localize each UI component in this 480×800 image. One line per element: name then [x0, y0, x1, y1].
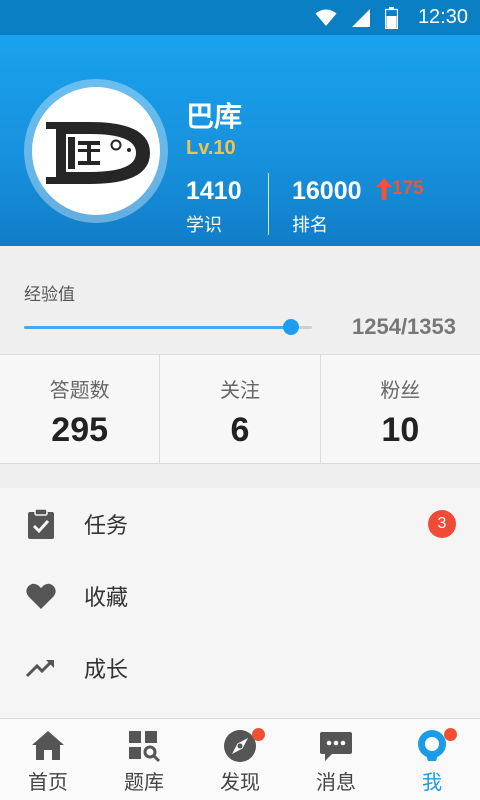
avatar[interactable] — [32, 87, 160, 215]
home-icon — [32, 731, 64, 760]
status-bar: 12:30 — [0, 0, 480, 35]
rank-change-value: 175 — [392, 178, 424, 199]
nav-item-messages[interactable]: 消息 — [288, 719, 384, 800]
chat-bubble-icon — [320, 732, 352, 761]
nav-item-discover-label: 发现 — [220, 770, 260, 794]
arrow-up-icon — [376, 178, 392, 200]
menu-item-growth[interactable]: 成长 — [0, 632, 480, 704]
avatar-logo-icon — [46, 122, 150, 184]
grid-search-icon — [129, 731, 161, 763]
followers-count-value: 10 — [381, 411, 420, 449]
nav-item-messages-label: 消息 — [316, 770, 356, 794]
rank-change: 175 — [376, 178, 424, 200]
nav-item-me[interactable]: 我 — [384, 719, 480, 800]
experience-label: 经验值 — [24, 285, 75, 305]
menu-list: 任务 3 收藏 成长 — [0, 488, 480, 718]
menu-item-tasks[interactable]: 任务 3 — [0, 488, 480, 560]
menu-item-favorites-label: 收藏 — [84, 586, 129, 611]
trending-up-icon — [25, 659, 54, 678]
tasks-badge: 3 — [428, 510, 456, 538]
rank-value: 16000 — [292, 177, 362, 205]
status-time: 12:30 — [417, 6, 468, 28]
answers-count-label: 答题数 — [49, 378, 110, 402]
following-count-cell[interactable]: 关注 6 — [160, 355, 321, 463]
battery-icon — [384, 6, 398, 29]
following-count-label: 关注 — [219, 378, 260, 402]
heart-icon — [26, 583, 56, 609]
nav-item-question-bank[interactable]: 题库 — [96, 719, 192, 800]
nav-item-home[interactable]: 首页 — [0, 719, 96, 800]
followers-count-cell[interactable]: 粉丝 10 — [321, 355, 480, 463]
profile-header: 巴库 Lv.10 1410 学识 16000 排名 175 — [0, 35, 480, 246]
followers-count-label: 粉丝 — [380, 378, 421, 402]
stats-divider — [268, 173, 269, 235]
cellular-signal-icon — [351, 8, 370, 27]
following-count-value: 6 — [230, 411, 250, 449]
experience-bar-knob — [282, 319, 299, 335]
me-notification-dot — [444, 728, 457, 741]
username: 巴库 — [186, 101, 243, 132]
nav-item-me-label: 我 — [422, 770, 442, 794]
nav-item-discover[interactable]: 发现 — [192, 719, 288, 800]
menu-item-tasks-label: 任务 — [84, 514, 129, 539]
knowledge-label: 学识 — [186, 215, 222, 236]
answers-count-value: 295 — [51, 411, 109, 449]
experience-bar-fill — [24, 326, 291, 329]
nav-item-home-label: 首页 — [28, 770, 68, 794]
experience-value: 1254/1353 — [352, 314, 456, 339]
clipboard-check-icon — [28, 508, 54, 539]
discover-notification-dot — [252, 728, 265, 741]
menu-item-favorites[interactable]: 收藏 — [0, 560, 480, 632]
answers-count-cell[interactable]: 答题数 295 — [0, 355, 161, 463]
experience-section: 经验值 1254/1353 — [0, 246, 480, 354]
menu-item-growth-label: 成长 — [84, 658, 129, 683]
nav-item-question-bank-label: 题库 — [124, 770, 164, 794]
experience-bar — [24, 319, 312, 335]
counts-row: 答题数 295 关注 6 粉丝 10 — [0, 354, 480, 464]
bottom-nav: 首页 题库 发现 消息 我 — [0, 718, 480, 800]
level-badge: Lv.10 — [186, 137, 236, 159]
rank-label: 排名 — [292, 215, 328, 236]
wifi-icon — [315, 9, 337, 26]
knowledge-value: 1410 — [186, 177, 242, 205]
